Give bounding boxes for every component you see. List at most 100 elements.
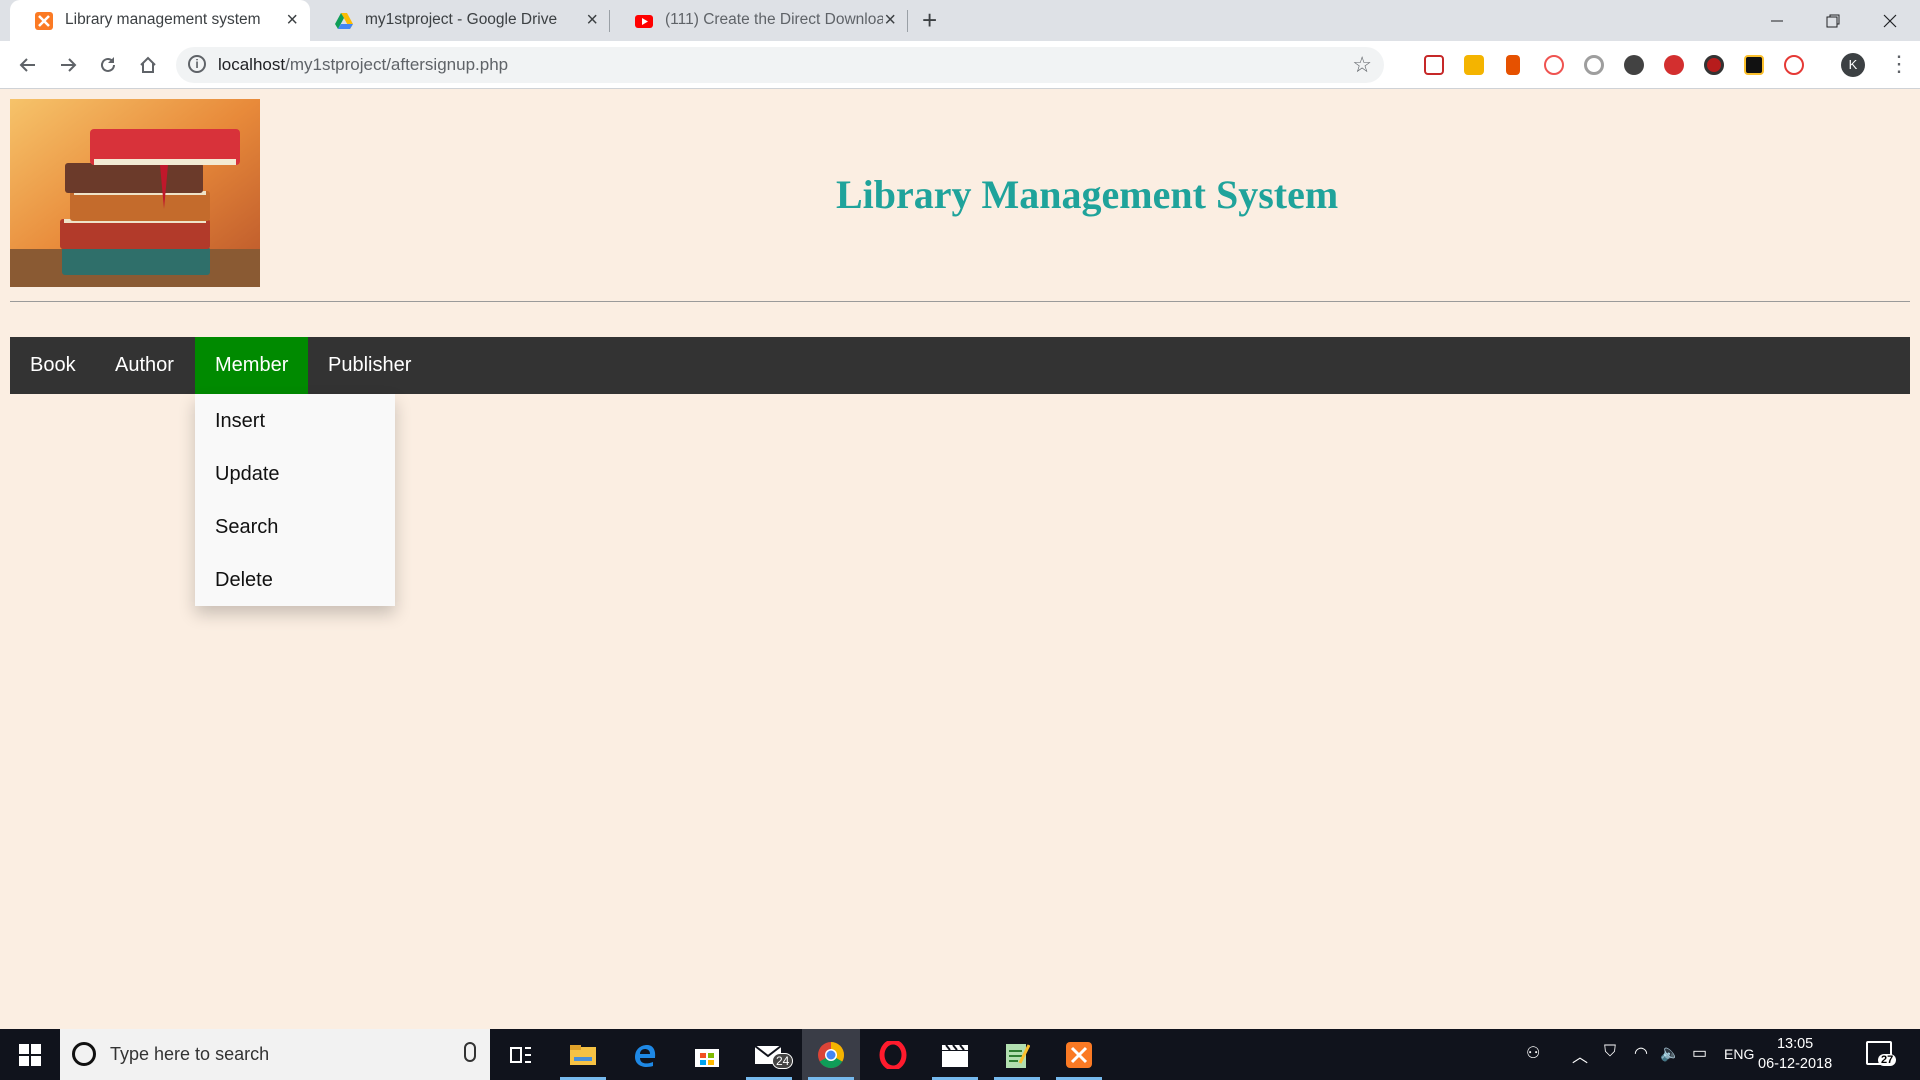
home-button[interactable] [134, 51, 162, 79]
dropdown-item-search[interactable]: Search [215, 516, 278, 539]
dropdown-item-update[interactable]: Update [215, 463, 280, 486]
menu-kebab-icon[interactable]: ⋮ [1888, 51, 1910, 77]
header-divider [10, 301, 1910, 302]
clock-time: 13:05 [1776, 1036, 1814, 1052]
profile-avatar[interactable]: K [1841, 53, 1865, 77]
task-view-icon [510, 1046, 531, 1063]
extension-icon-3[interactable] [1506, 55, 1520, 75]
security-icon[interactable]: ⛉ [1604, 1043, 1616, 1061]
main-navbar: Book Author Member Publisher [10, 337, 1910, 394]
dropdown-item-delete[interactable]: Delete [215, 569, 273, 592]
extension-icon-4[interactable] [1544, 55, 1564, 75]
search-placeholder: Type here to search [110, 1044, 270, 1064]
opera-icon [879, 1040, 907, 1069]
edge-icon [635, 1044, 656, 1067]
url-text: localhost/my1stproject/aftersignup.php [218, 55, 508, 75]
url-host: localhost [218, 55, 286, 74]
minimize-icon [1771, 20, 1783, 21]
minimize-button[interactable] [1749, 0, 1805, 41]
nav-item-book[interactable]: Book [10, 337, 96, 394]
tab-title: (111) Create the Direct Download [665, 11, 883, 28]
taskbar-movie-maker[interactable] [926, 1029, 984, 1080]
tab-separator [907, 10, 908, 32]
mic-icon[interactable] [464, 1042, 476, 1062]
extension-icon-6[interactable] [1624, 55, 1644, 75]
battery-icon[interactable]: ▭ [1692, 1043, 1707, 1063]
task-view-button[interactable] [492, 1029, 550, 1080]
mail-badge: 24 [772, 1053, 794, 1069]
forward-button[interactable] [54, 51, 82, 79]
wifi-icon[interactable]: ◠ [1634, 1043, 1648, 1063]
xampp-icon [1066, 1041, 1092, 1068]
extension-icon-2[interactable] [1464, 55, 1484, 75]
language-indicator[interactable]: ENG [1724, 1046, 1754, 1062]
reload-icon [101, 57, 115, 72]
nav-item-publisher[interactable]: Publisher [308, 337, 431, 394]
forward-arrow-icon [61, 58, 77, 72]
google-drive-icon [335, 13, 353, 29]
taskbar-xampp[interactable] [1050, 1029, 1108, 1080]
chevron-up-icon[interactable]: ︿ [1572, 1043, 1588, 1067]
tab-title: Library management system [65, 11, 261, 28]
stacked-books-icon [10, 99, 260, 287]
taskbar-store[interactable] [678, 1029, 736, 1080]
windows-start-icon [19, 1043, 41, 1066]
close-tab-icon[interactable]: × [884, 9, 896, 31]
books-logo-image [10, 99, 260, 287]
start-button[interactable] [0, 1029, 60, 1080]
taskbar-file-explorer[interactable] [554, 1029, 612, 1080]
taskbar-opera[interactable] [864, 1029, 922, 1080]
tab-library-management[interactable]: Library management system × [10, 0, 310, 41]
back-arrow-icon [19, 58, 35, 72]
reload-button[interactable] [94, 51, 122, 79]
restore-button[interactable] [1805, 0, 1861, 41]
extension-icon-10[interactable] [1784, 55, 1804, 75]
extension-icon-9[interactable] [1744, 55, 1764, 75]
close-tab-icon[interactable]: × [586, 9, 598, 31]
xampp-icon [35, 12, 53, 30]
tab-youtube[interactable]: (111) Create the Direct Download × [610, 0, 908, 41]
extension-icon-7[interactable] [1664, 55, 1684, 75]
movie-maker-icon [942, 1043, 968, 1067]
extension-icon-5[interactable] [1584, 55, 1604, 75]
taskbar-notepad[interactable] [988, 1029, 1046, 1080]
extension-icon-1[interactable] [1424, 55, 1444, 75]
clock-date: 06-12-2018 [1758, 1056, 1833, 1072]
nav-item-author[interactable]: Author [95, 337, 194, 394]
chrome-icon [818, 1041, 845, 1068]
taskbar-chrome[interactable] [802, 1029, 860, 1080]
windows-taskbar: Type here to search 24 ⚇ ︿ ⛉ ◠ 🔈 ▭ ENG 1… [0, 1029, 1920, 1080]
extension-icon-8[interactable] [1704, 55, 1724, 75]
restore-icon [1826, 14, 1840, 27]
address-bar[interactable]: i localhost/my1stproject/aftersignup.php… [176, 47, 1384, 83]
tab-google-drive[interactable]: my1stproject - Google Drive × [310, 0, 610, 41]
close-window-button[interactable] [1862, 0, 1918, 41]
close-icon [1883, 14, 1897, 27]
volume-icon[interactable]: 🔈 [1660, 1043, 1680, 1063]
cortana-icon[interactable] [72, 1042, 96, 1066]
new-tab-button[interactable]: + [922, 6, 937, 34]
page-content: Library Management System Book Author Me… [0, 89, 1920, 1029]
youtube-icon [635, 15, 653, 28]
info-icon[interactable]: i [188, 55, 206, 73]
people-icon[interactable]: ⚇ [1526, 1043, 1540, 1063]
close-tab-icon[interactable]: × [286, 9, 298, 31]
url-path: /my1stproject/aftersignup.php [285, 55, 509, 74]
taskbar-search[interactable]: Type here to search [60, 1029, 490, 1080]
taskbar-edge[interactable] [616, 1029, 674, 1080]
tab-title: my1stproject - Google Drive [365, 11, 558, 28]
home-icon [140, 56, 156, 73]
clock[interactable]: 13:05 06-12-2018 [1758, 1034, 1832, 1074]
taskbar-mail[interactable]: 24 [740, 1029, 798, 1080]
browser-toolbar: i localhost/my1stproject/aftersignup.php… [0, 41, 1920, 89]
file-explorer-icon [570, 1044, 596, 1065]
tab-strip: Library management system × my1stproject… [0, 0, 1920, 41]
store-icon [695, 1048, 719, 1067]
notification-count: 27 [1878, 1054, 1897, 1066]
nav-item-member[interactable]: Member [195, 337, 309, 394]
bookmark-star-icon[interactable]: ☆ [1352, 52, 1372, 78]
back-button[interactable] [14, 51, 42, 79]
member-dropdown-menu: Insert Update Search Delete [195, 394, 395, 606]
page-title: Library Management System [836, 172, 1339, 217]
dropdown-item-insert[interactable]: Insert [215, 410, 265, 433]
